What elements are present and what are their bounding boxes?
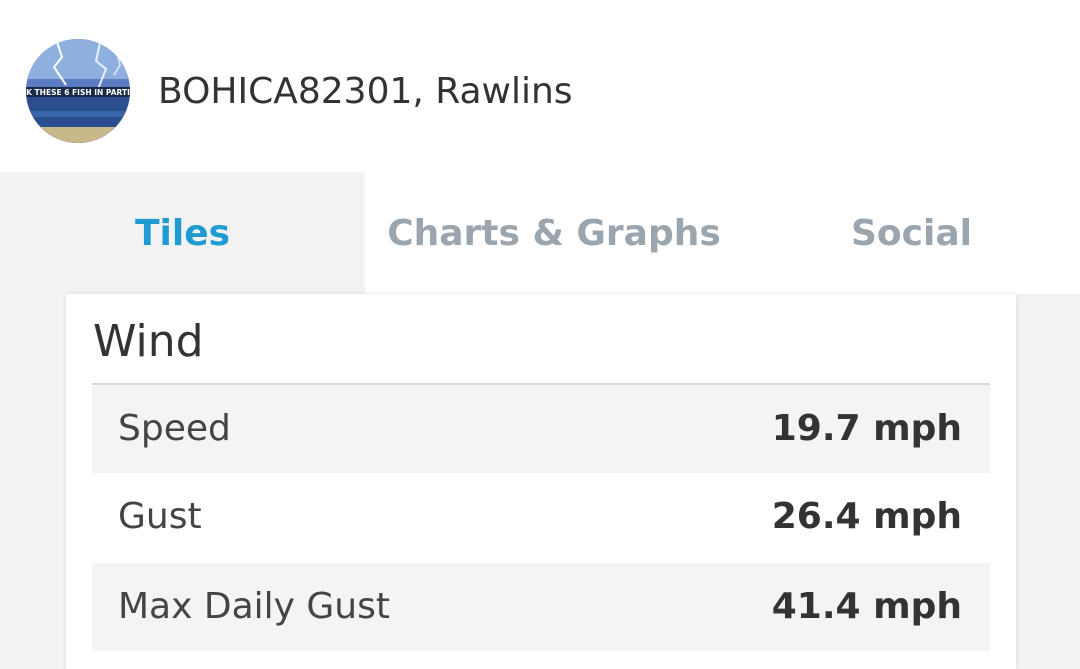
row-max-daily-gust: Max Daily Gust 41.4 mph bbox=[92, 563, 990, 651]
row-value: 41.4 mph bbox=[771, 586, 962, 627]
row-gust: Gust 26.4 mph bbox=[92, 473, 990, 561]
row-speed: Speed 19.7 mph bbox=[92, 385, 990, 473]
station-header: CK THESE 6 FISH IN PARTIC BOHICA82301, R… bbox=[0, 0, 1080, 172]
wind-tile: Wind Speed 19.7 mph Gust 26.4 mph Max Da… bbox=[66, 294, 1016, 669]
avatar-caption: CK THESE 6 FISH IN PARTIC bbox=[26, 88, 130, 97]
row-label: Gust bbox=[118, 496, 202, 537]
row-value: 26.4 mph bbox=[771, 496, 962, 537]
avatar-image: CK THESE 6 FISH IN PARTIC bbox=[26, 39, 130, 143]
tab-charts-graphs[interactable]: Charts & Graphs bbox=[365, 172, 743, 294]
station-avatar[interactable]: CK THESE 6 FISH IN PARTIC bbox=[26, 39, 130, 143]
station-name: BOHICA82301, Rawlins bbox=[158, 71, 573, 112]
row-label: Max Daily Gust bbox=[118, 586, 390, 627]
tile-title: Wind bbox=[93, 316, 204, 367]
row-value: 19.7 mph bbox=[771, 408, 962, 449]
tab-social[interactable]: Social bbox=[743, 172, 1080, 294]
tab-tiles[interactable]: Tiles bbox=[0, 172, 365, 294]
row-label: Speed bbox=[118, 408, 231, 449]
tab-bar: Tiles Charts & Graphs Social bbox=[0, 172, 1080, 294]
